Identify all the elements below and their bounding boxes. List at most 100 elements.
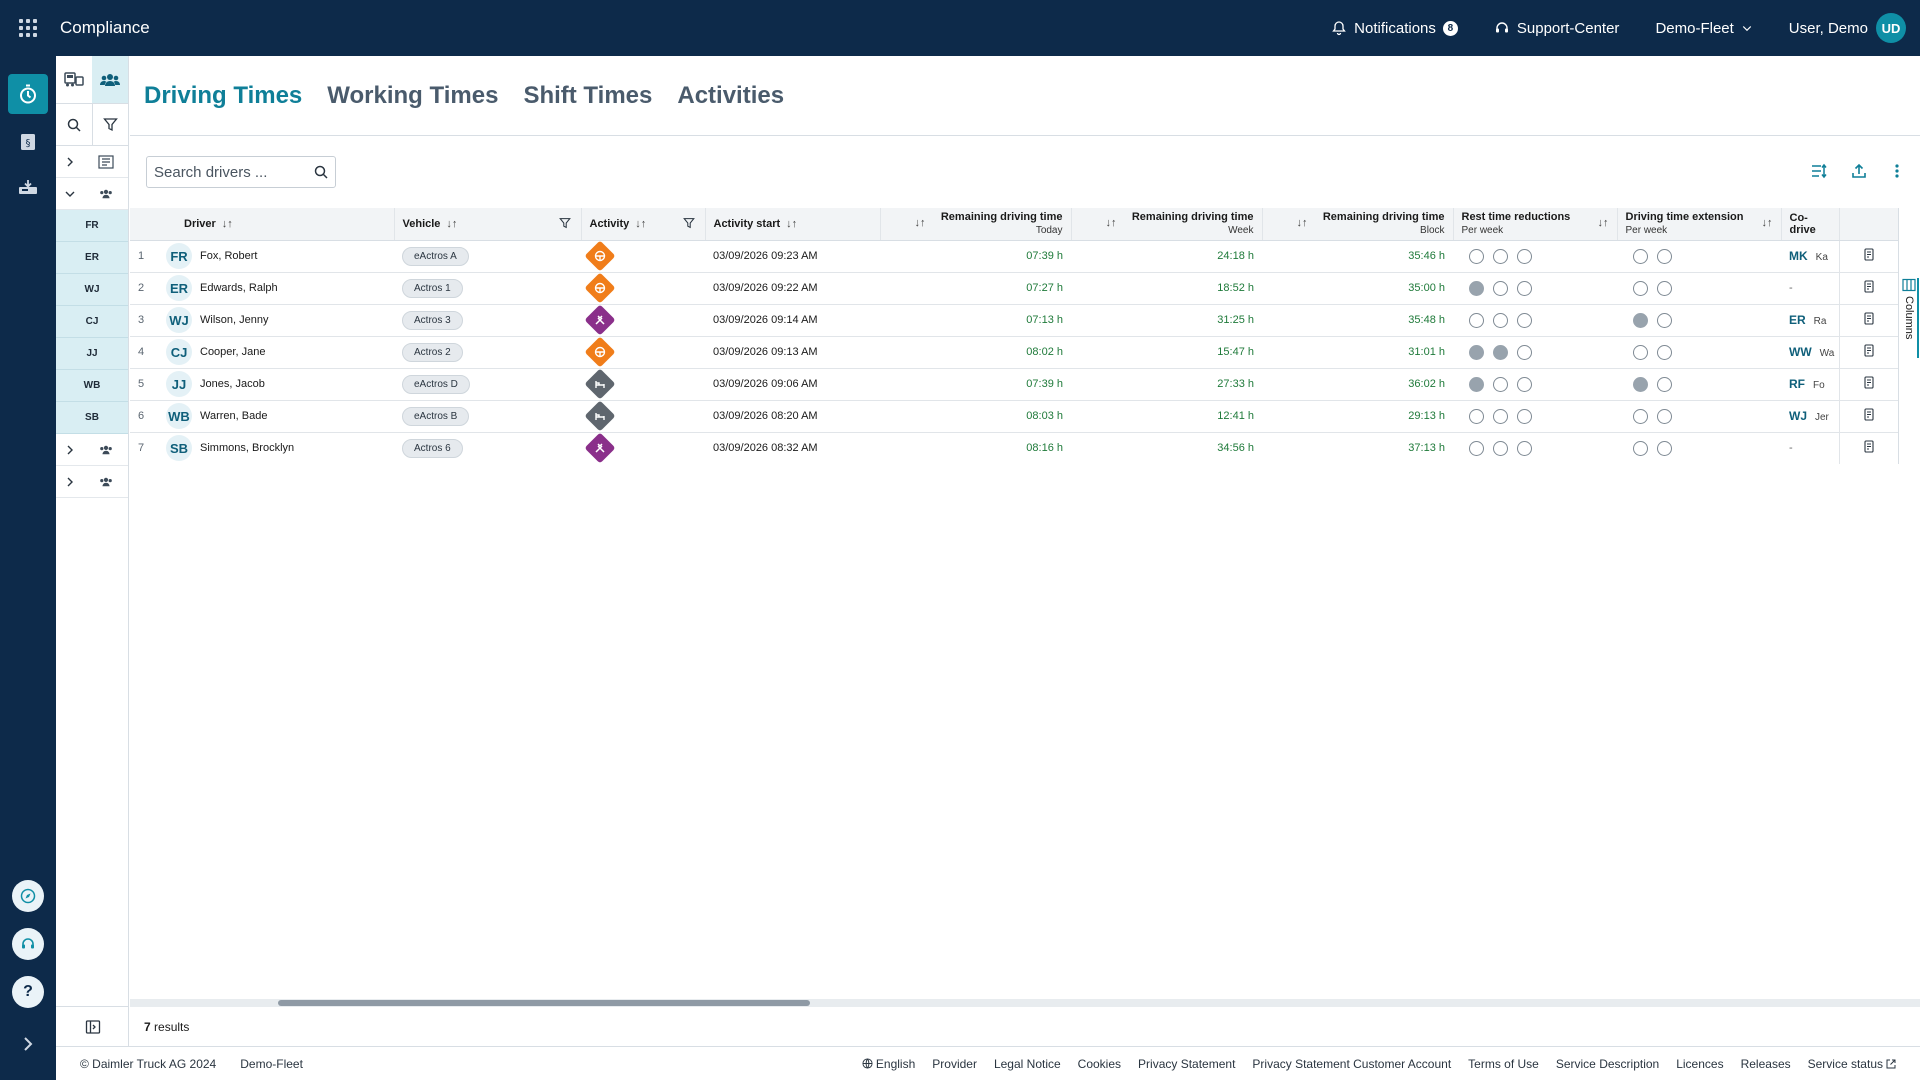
codriver-cell[interactable]: WJ Jer [1781, 400, 1839, 433]
sort-icon[interactable]: ↓↑ [222, 218, 233, 230]
codriver-cell[interactable]: MK Ka [1781, 240, 1839, 273]
column-header-remaining-today[interactable]: ↓↑ Remaining driving time Today [880, 208, 1072, 241]
column-header-driving-extension[interactable]: ↓↑ Driving time extension Per week [1617, 208, 1782, 241]
codriver-cell[interactable]: - [1781, 432, 1839, 464]
search-icon[interactable] [314, 165, 328, 179]
footer-link-service-status[interactable]: Service status [1808, 1057, 1896, 1071]
vehicle-chip[interactable]: eActros B [402, 406, 470, 426]
table-row[interactable]: 6 WB Warren, Bade eActros B 03/09/2026 08:20… [130, 400, 1898, 433]
fleet-selector[interactable]: Demo-Fleet [1655, 20, 1752, 37]
driver-cell[interactable]: 6 WB Warren, Bade [130, 400, 394, 433]
sidebar-driver-item[interactable]: WB [56, 370, 128, 402]
sidebar-group-collapsed[interactable] [56, 466, 128, 498]
footer-link-licences[interactable]: Licences [1676, 1057, 1723, 1071]
rail-driving-times-button[interactable] [8, 74, 48, 114]
sort-icon[interactable]: ↓↑ [1598, 217, 1609, 230]
report-icon[interactable] [1863, 376, 1875, 392]
sidebar-driver-item[interactable]: SB [56, 402, 128, 434]
footer-link-privacy-statement[interactable]: Privacy Statement [1138, 1057, 1235, 1071]
search-input[interactable] [154, 163, 314, 181]
table-row[interactable]: 1 FR Fox, Robert eActros A 03/09/2026 09:23 … [130, 240, 1898, 273]
support-button[interactable] [12, 928, 44, 960]
report-icon[interactable] [1863, 440, 1875, 456]
column-header-remaining-block[interactable]: ↓↑ Remaining driving time Block [1262, 208, 1454, 241]
driver-cell[interactable]: 5 JJ Jones, Jacob [130, 368, 394, 401]
table-row[interactable]: 5 JJ Jones, Jacob eActros D 03/09/2026 09:06… [130, 368, 1898, 401]
codriver-cell[interactable]: RF Fo [1781, 368, 1839, 401]
driver-cell[interactable]: 3 WJ Wilson, Jenny [130, 304, 394, 337]
compass-button[interactable] [12, 880, 44, 912]
codriver-cell[interactable]: ER Ra [1781, 304, 1839, 337]
report-icon[interactable] [1863, 280, 1875, 296]
expand-rail-button[interactable] [8, 1024, 48, 1064]
support-center-button[interactable]: Support-Center [1494, 20, 1619, 37]
app-launcher-button[interactable] [0, 0, 56, 56]
driver-cell[interactable]: 7 SB Simmons, Brocklyn [130, 432, 394, 464]
sidebar-group-collapsed[interactable] [56, 434, 128, 466]
column-header-activity[interactable]: Activity ↓↑ [581, 208, 706, 241]
codriver-cell[interactable]: WW Wa [1781, 336, 1839, 369]
vehicle-chip[interactable]: Actros 6 [402, 438, 463, 458]
sidebar-group-expanded[interactable] [56, 178, 128, 210]
columns-toggle[interactable]: Columns [1901, 278, 1919, 358]
sort-icon[interactable]: ↓↑ [446, 218, 457, 230]
vehicle-chip[interactable]: Actros 1 [402, 278, 463, 298]
sidebar-driver-item[interactable]: FR [56, 210, 128, 242]
sort-icon[interactable]: ↓↑ [1297, 217, 1308, 230]
table-row[interactable]: 2 ER Edwards, Ralph Actros 1 03/09/2026 09:2… [130, 272, 1898, 305]
filter-icon[interactable] [682, 217, 695, 232]
table-row[interactable]: 3 WJ Wilson, Jenny Actros 3 03/09/2026 09:14… [130, 304, 1898, 337]
report-icon[interactable] [1863, 408, 1875, 424]
horizontal-scrollbar[interactable] [130, 999, 1920, 1007]
help-button[interactable]: ? [12, 976, 44, 1008]
more-options-button[interactable] [1890, 162, 1904, 180]
footer-link-cookies[interactable]: Cookies [1078, 1057, 1121, 1071]
tab-drivers[interactable] [92, 56, 128, 103]
table-row[interactable]: 7 SB Simmons, Brocklyn Actros 6 03/09/2026 0… [130, 432, 1898, 464]
table-row[interactable]: 4 CJ Cooper, Jane Actros 2 03/09/2026 09:13 … [130, 336, 1898, 369]
column-header-vehicle[interactable]: Vehicle ↓↑ [394, 208, 582, 241]
vehicle-chip[interactable]: eActros A [402, 246, 469, 266]
footer-link-provider[interactable]: Provider [932, 1057, 977, 1071]
vehicle-chip[interactable]: Actros 3 [402, 310, 463, 330]
footer-link-privacy-customer-account[interactable]: Privacy Statement Customer Account [1252, 1057, 1451, 1071]
tab-driving-times[interactable]: Driving Times [144, 82, 302, 110]
column-header-activity-start[interactable]: Activity start ↓↑ [705, 208, 881, 241]
footer-link-service-description[interactable]: Service Description [1556, 1057, 1659, 1071]
notifications-button[interactable]: Notifications 8 [1331, 20, 1458, 37]
report-icon[interactable] [1863, 248, 1875, 264]
driver-cell[interactable]: 2 ER Edwards, Ralph [130, 272, 394, 305]
footer-link-legal-notice[interactable]: Legal Notice [994, 1057, 1061, 1071]
sort-icon[interactable]: ↓↑ [1106, 217, 1117, 230]
sort-icon[interactable]: ↓↑ [786, 218, 797, 230]
column-header-codriver[interactable]: Co-drive [1781, 208, 1839, 241]
tab-shift-times[interactable]: Shift Times [523, 82, 652, 110]
sidebar-driver-item[interactable]: WJ [56, 274, 128, 306]
sort-icon[interactable]: ↓↑ [635, 218, 646, 230]
rail-legal-button[interactable]: § [8, 122, 48, 162]
rail-download-button[interactable] [8, 168, 48, 208]
column-header-driver[interactable]: Driver ↓↑ [130, 208, 395, 241]
vehicle-chip[interactable]: eActros D [402, 374, 470, 394]
export-button[interactable] [1850, 162, 1868, 180]
column-header-remaining-week[interactable]: ↓↑ Remaining driving time Week [1071, 208, 1263, 241]
user-menu[interactable]: User, Demo UD [1789, 13, 1920, 43]
sort-icon[interactable]: ↓↑ [915, 217, 926, 230]
tab-activities[interactable]: Activities [677, 82, 784, 110]
vehicle-chip[interactable]: Actros 2 [402, 342, 463, 362]
scrollbar-thumb[interactable] [278, 1000, 810, 1006]
report-icon[interactable] [1863, 344, 1875, 360]
sidebar-driver-item[interactable]: ER [56, 242, 128, 274]
sidebar-driver-item[interactable]: JJ [56, 338, 128, 370]
driver-cell[interactable]: 1 FR Fox, Robert [130, 240, 394, 273]
filter-icon[interactable] [558, 217, 571, 232]
sidebar-driver-item[interactable]: CJ [56, 306, 128, 338]
sidebar-filter-button[interactable] [91, 104, 129, 145]
language-selector[interactable]: English [862, 1057, 915, 1071]
footer-link-releases[interactable]: Releases [1741, 1057, 1791, 1071]
toggle-sidebar-button[interactable] [56, 1006, 129, 1046]
tab-vehicles[interactable] [56, 56, 92, 103]
sidebar-group-unassigned[interactable] [56, 146, 128, 178]
tab-working-times[interactable]: Working Times [327, 82, 498, 110]
sort-settings-button[interactable] [1810, 162, 1828, 180]
